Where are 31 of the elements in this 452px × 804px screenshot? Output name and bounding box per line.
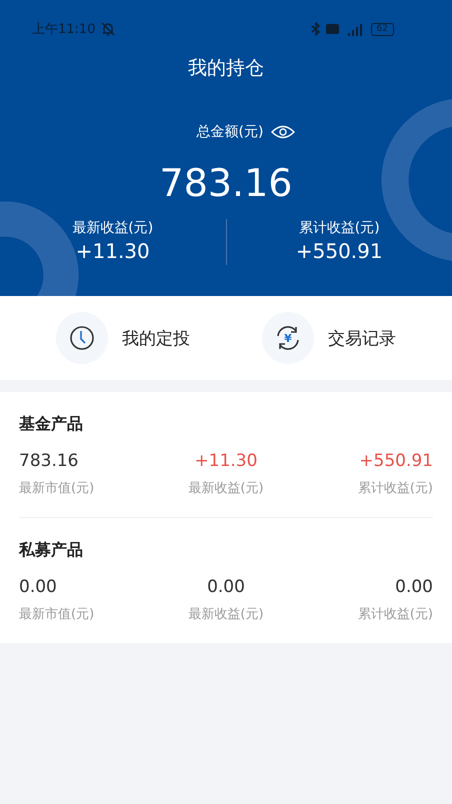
hd-icon <box>326 24 339 34</box>
action-label[interactable]: 我的定投 <box>122 326 190 350</box>
stat-value: +550.91 <box>296 239 383 263</box>
stat-label: 累计收益(元) <box>298 219 380 237</box>
figure-value: 0.00 <box>207 577 245 597</box>
stat-value: +11.30 <box>76 239 150 263</box>
mute-icon <box>100 22 116 36</box>
figure-label: 最新市值(元) <box>19 606 94 623</box>
figure-value: +550.91 <box>359 451 433 471</box>
stat-label: 最新收益(元) <box>72 219 154 237</box>
action-label[interactable]: 交易记录 <box>328 326 396 350</box>
figure-value: 783.16 <box>19 451 78 471</box>
figure-label: 累计收益(元) <box>358 606 433 623</box>
action-icon-background[interactable]: ¥ <box>262 312 314 364</box>
figure-label: 累计收益(元) <box>358 480 433 497</box>
page-title: 我的持仓 <box>188 56 264 81</box>
figure-label: 最新收益(元) <box>188 606 264 623</box>
figure-value: 0.00 <box>395 577 433 597</box>
eye-icon[interactable] <box>271 125 296 139</box>
total-label: 总金额(元) <box>196 123 264 141</box>
product-title: 私募产品 <box>19 540 84 561</box>
product-title: 基金产品 <box>19 414 84 435</box>
figure-value: +11.30 <box>194 451 258 471</box>
clock-icon <box>69 325 95 351</box>
figure-label: 最新市值(元) <box>19 480 94 497</box>
figure-label: 最新收益(元) <box>188 480 264 497</box>
total-amount: 783.16 <box>160 161 292 205</box>
figure-value: 0.00 <box>19 577 57 597</box>
status-time: 上午11:10 <box>32 21 96 38</box>
bluetooth-icon <box>310 22 321 36</box>
battery-indicator: 62 <box>370 22 394 36</box>
